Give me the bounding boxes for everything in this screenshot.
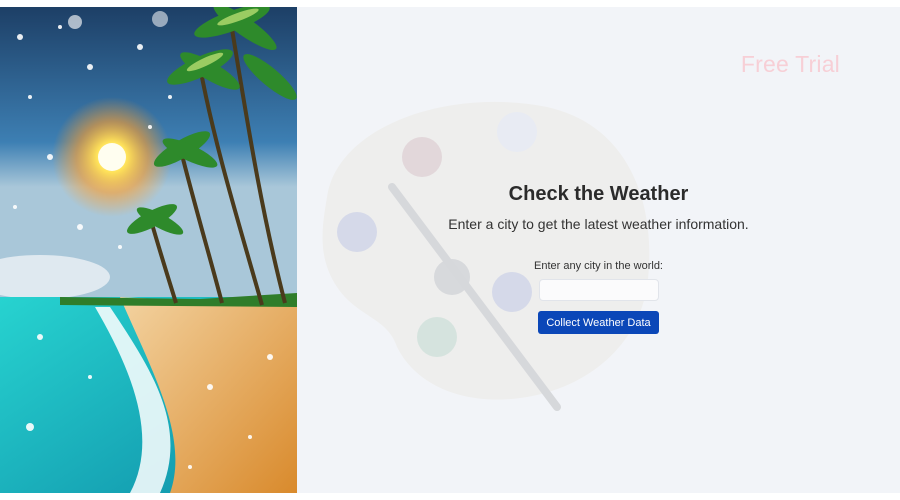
free-trial-link[interactable]: Free Trial [741, 51, 840, 78]
city-input[interactable] [538, 279, 659, 301]
city-field-label: Enter any city in the world: [533, 260, 663, 272]
hero-image [0, 7, 297, 493]
page-title: Check the Weather [508, 183, 689, 205]
main-panel: Free Trial Check the Weather Enter a cit… [297, 7, 900, 493]
tropical-beach-illustration [0, 7, 297, 493]
weather-form: Check the Weather Enter a city to get th… [297, 181, 900, 334]
collect-weather-button[interactable]: Collect Weather Data [538, 311, 659, 334]
page: Free Trial Check the Weather Enter a cit… [0, 0, 900, 500]
page-subtitle: Enter a city to get the latest weather i… [448, 216, 749, 232]
